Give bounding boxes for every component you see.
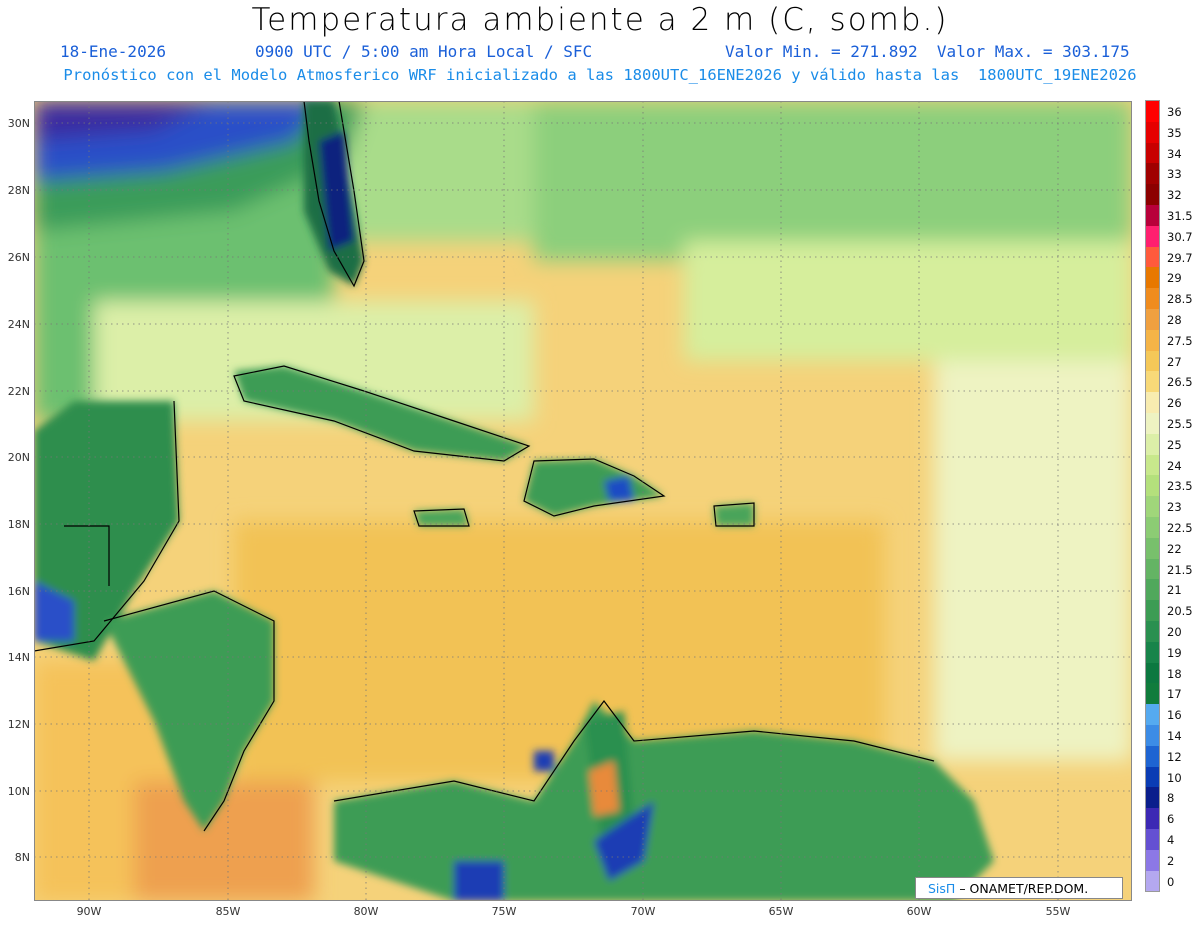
forecast-date: 18-Ene-2026 [60, 42, 166, 61]
legend-label: 31.5 [1167, 209, 1193, 223]
temperature-map[interactable] [34, 101, 1132, 901]
legend-label: 25 [1167, 437, 1182, 452]
legend-label: 18 [1167, 666, 1182, 681]
legend-label: 27 [1167, 354, 1182, 369]
sispi-logo: SisΠ [928, 881, 956, 896]
legend-label: 27.5 [1167, 333, 1193, 348]
legend-label: 20 [1167, 625, 1182, 639]
lon-label: 80W [353, 905, 379, 918]
lat-label: 30N [7, 117, 30, 130]
legend-label: 34 [1167, 146, 1182, 161]
lat-label: 10N [7, 785, 30, 798]
lat-label: 16N [7, 585, 30, 598]
forecast-time: 0900 UTC / 5:00 am Hora Local / SFC [255, 42, 593, 61]
legend-label: 28 [1167, 313, 1182, 327]
legend-label: 20.5 [1167, 604, 1193, 619]
map-canvas [34, 101, 1132, 901]
legend-label: 2 [1167, 853, 1175, 868]
legend-label: 24 [1167, 458, 1182, 473]
lon-label: 70W [630, 905, 656, 918]
credit-box: SisΠ – ONAMET/REP.DOM. [915, 877, 1123, 899]
credit-org: – ONAMET/REP.DOM. [959, 881, 1089, 896]
min-max-values: Valor Min. = 271.892 Valor Max. = 303.17… [725, 42, 1130, 61]
legend-label: 35 [1167, 125, 1182, 140]
lon-label: 65W [768, 905, 794, 918]
legend-label: 32 [1167, 188, 1182, 203]
legend-label: 16 [1167, 708, 1182, 723]
legend-label: 33 [1167, 167, 1182, 182]
lat-label: 8N [14, 851, 30, 864]
legend-label: 29 [1167, 271, 1182, 286]
lat-label: 22N [7, 385, 30, 398]
legend-label: 8 [1167, 791, 1175, 806]
legend-label: 6 [1167, 812, 1175, 827]
lat-label: 24N [7, 318, 30, 331]
map-title: Temperatura ambiente a 2 m (C, somb.) [251, 2, 949, 38]
lat-label: 28N [7, 184, 30, 197]
legend-label: 26 [1167, 396, 1182, 411]
legend-label: 14 [1167, 729, 1182, 743]
lon-label: 60W [906, 905, 932, 918]
legend-label: 21 [1167, 583, 1182, 598]
legend-label: 22 [1167, 541, 1182, 556]
lon-label: 85W [215, 905, 241, 918]
legend-label: 10 [1167, 770, 1182, 785]
legend-frame [1145, 100, 1160, 893]
lat-label: 14N [7, 651, 30, 664]
legend-label: 26.5 [1167, 375, 1193, 390]
legend-label: 17 [1167, 687, 1182, 702]
legend-label: 25.5 [1167, 417, 1193, 431]
legend-label: 22.5 [1167, 521, 1193, 535]
legend-label: 28.5 [1167, 292, 1193, 307]
lon-label: 90W [76, 905, 102, 918]
legend-label: 21.5 [1167, 562, 1193, 577]
legend-label: 0 [1167, 874, 1175, 889]
legend-label: 4 [1167, 833, 1175, 847]
legend-label: 19 [1167, 645, 1182, 660]
lat-label: 18N [7, 518, 30, 531]
legend-label: 29.7 [1167, 250, 1193, 265]
model-subtitle: Pronóstico con el Modelo Atmosferico WRF… [63, 66, 1137, 84]
lat-label: 12N [7, 718, 30, 731]
lon-label: 75W [491, 905, 517, 918]
lon-label: 55W [1045, 905, 1071, 918]
lat-label: 26N [7, 251, 30, 264]
legend-label: 23 [1167, 500, 1182, 515]
legend-label: 12 [1167, 749, 1182, 764]
legend-label: 23.5 [1167, 479, 1193, 494]
lat-label: 20N [7, 451, 30, 464]
legend-label: 36 [1167, 105, 1182, 119]
legend-label: 30.7 [1167, 229, 1193, 244]
